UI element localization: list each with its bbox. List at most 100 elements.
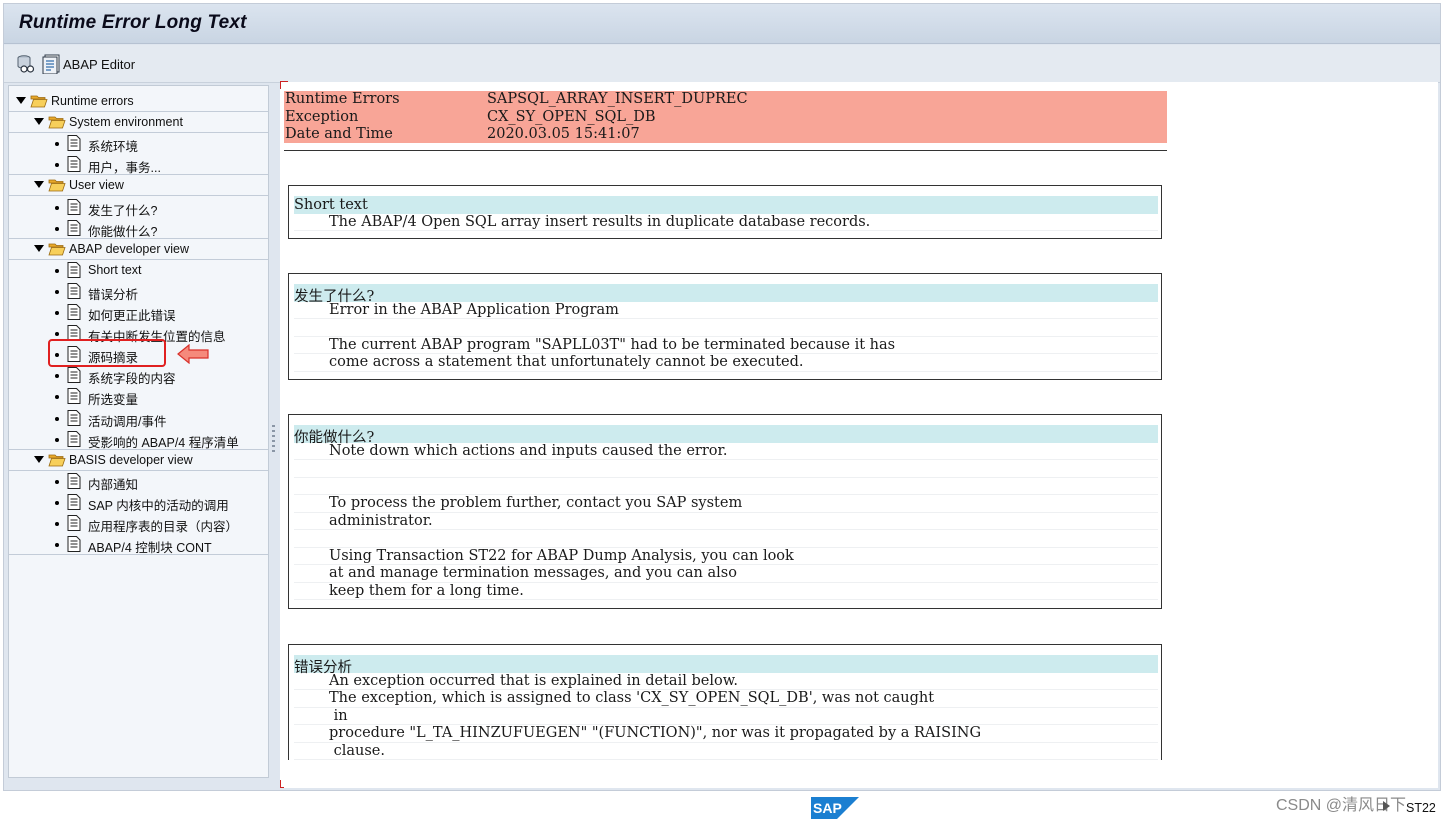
tree-node-label: Short text (88, 262, 142, 277)
expand-caret-icon[interactable] (34, 244, 44, 252)
document-icon (67, 282, 81, 299)
folder-open-icon (30, 95, 48, 108)
content-bottom-mask (284, 760, 1168, 788)
tree-doc-node[interactable]: 应用程序表的目录（内容） (9, 513, 268, 534)
tree-doc-node[interactable]: ABAP/4 控制块 CONT (9, 534, 268, 556)
sap-logo-icon: SAP (811, 797, 859, 819)
application-toolbar: ABAP Editor (4, 45, 1440, 83)
header-divider (284, 150, 1167, 151)
text-line (294, 460, 1158, 478)
tree-node-label: System environment (69, 115, 183, 130)
header-row-date-time: Date and Time 2020.03.05 15:41:07 (284, 126, 1167, 144)
tree-doc-node[interactable]: 活动调用/事件 (9, 408, 268, 429)
highlight-annotation-box (48, 339, 166, 367)
text-line: come across a statement that unfortunate… (294, 354, 1158, 372)
document-icon (67, 536, 81, 553)
expand-caret-icon[interactable] (34, 118, 44, 126)
folder-open-icon (48, 179, 66, 192)
document-icon (67, 472, 81, 489)
header-value: CX_SY_OPEN_SQL_DB (487, 108, 656, 125)
text-line: administrator. (294, 513, 1158, 530)
bullet-dot (55, 522, 59, 526)
abap-editor-button[interactable]: ABAP Editor (63, 57, 135, 72)
bullet-dot (55, 374, 59, 379)
tree-node-label: 系统环境 (88, 140, 139, 155)
bullet-dot (55, 311, 59, 315)
status-expand-icon[interactable] (1383, 801, 1390, 811)
expand-caret-icon[interactable] (34, 455, 44, 463)
text-line: clause. (294, 743, 1158, 760)
bullet-dot (55, 437, 59, 442)
tree-doc-node[interactable]: 受影响的 ABAP/4 程序清单 (9, 429, 268, 450)
document-icon (67, 367, 81, 384)
tree-folder-node[interactable]: BASIS developer view (9, 450, 268, 471)
document-icon (67, 388, 81, 405)
tree-node-label: 你能做什么? (88, 224, 158, 239)
tree-folder-node[interactable]: System environment (9, 112, 268, 134)
tree-doc-node[interactable]: Short text (9, 260, 268, 281)
tree-doc-node[interactable]: 系统环境 (9, 133, 268, 154)
tree-node-label: ABAP developer view (69, 241, 189, 256)
section-what-can-you-do: 你能做什么? Note down which actions and input… (288, 414, 1162, 609)
content-corner-mark (280, 81, 288, 89)
header-row-runtime-errors: Runtime Errors SAPSQL_ARRAY_INSERT_DUPRE… (284, 91, 1167, 109)
splitter-grip[interactable] (272, 425, 275, 455)
document-icon (67, 261, 81, 278)
bullet-dot (55, 163, 59, 168)
abap-editor-icon[interactable] (41, 54, 61, 74)
transaction-code: ST22 (1406, 801, 1436, 815)
red-arrow-icon (177, 344, 209, 364)
text-line: An exception occurred that is explained … (294, 673, 1158, 690)
section-short-text: Short text The ABAP/4 Open SQL array ins… (288, 185, 1162, 239)
section-title: Short text (294, 196, 1158, 214)
text-line: keep them for a long time. (294, 583, 1158, 600)
expand-caret-icon[interactable] (34, 181, 44, 189)
tree-folder-node[interactable]: ABAP developer view (9, 239, 268, 260)
header-value: SAPSQL_ARRAY_INSERT_DUPREC (487, 91, 748, 107)
bullet-dot (55, 289, 59, 294)
document-icon (67, 430, 81, 447)
tree-doc-node[interactable]: 错误分析 (9, 281, 268, 302)
bullet-dot (55, 268, 59, 273)
tree-doc-node[interactable]: 发生了什么? (9, 197, 268, 218)
header-key: Exception (285, 108, 359, 125)
tree-node-label: 应用程序表的目录（内容） (88, 520, 239, 534)
section-title: 错误分析 (294, 655, 1158, 676)
tree-doc-node[interactable]: 你能做什么? (9, 218, 268, 239)
tree-node-label: 受影响的 ABAP/4 程序清单 (88, 435, 239, 450)
text-line: in (294, 708, 1158, 725)
tree-doc-node[interactable]: 内部通知 (9, 471, 268, 492)
bullet-dot (55, 500, 59, 505)
window-title: Runtime Error Long Text (19, 12, 247, 33)
database-glasses-icon[interactable] (15, 54, 35, 74)
tree-doc-node[interactable]: SAP 内核中的活动的调用 (9, 492, 268, 513)
tree-folder-node[interactable]: User view (9, 175, 268, 197)
bullet-dot (55, 332, 59, 337)
svg-text:SAP: SAP (813, 800, 842, 816)
document-icon (67, 135, 81, 152)
document-icon (67, 493, 81, 510)
expand-caret-icon[interactable] (16, 97, 26, 104)
document-icon (67, 198, 81, 215)
text-line: Using Transaction ST22 for ABAP Dump Ana… (294, 548, 1158, 565)
header-key: Date and Time (285, 126, 393, 142)
text-line (294, 530, 1158, 548)
document-icon (67, 515, 81, 531)
document-icon (67, 156, 81, 173)
folder-open-icon (48, 243, 66, 256)
tree-node-label: User view (69, 178, 124, 193)
navigation-tree: Runtime errors System environment 系统环境 用户，事… (8, 85, 269, 778)
tree-node-label: SAP 内核中的活动的调用 (88, 498, 229, 513)
bullet-dot (55, 142, 59, 147)
document-icon (67, 304, 81, 320)
tree-doc-node[interactable]: 如何更正此错误 (9, 302, 268, 323)
tree-doc-node[interactable]: 用户，事务... (9, 154, 268, 176)
tree-doc-node[interactable]: 系统字段的内容 (9, 365, 268, 386)
bullet-dot (55, 416, 59, 421)
tree-folder-node[interactable]: Runtime errors (9, 91, 268, 112)
tree-doc-node[interactable]: 所选变量 (9, 386, 268, 407)
tree-node-label: 内部通知 (88, 477, 139, 492)
section-what-happened: 发生了什么? Error in the ABAP Application Pro… (288, 273, 1162, 380)
tree-node-label: 如何更正此错误 (88, 309, 176, 323)
tree-node-label: ABAP/4 控制块 CONT (88, 541, 212, 556)
